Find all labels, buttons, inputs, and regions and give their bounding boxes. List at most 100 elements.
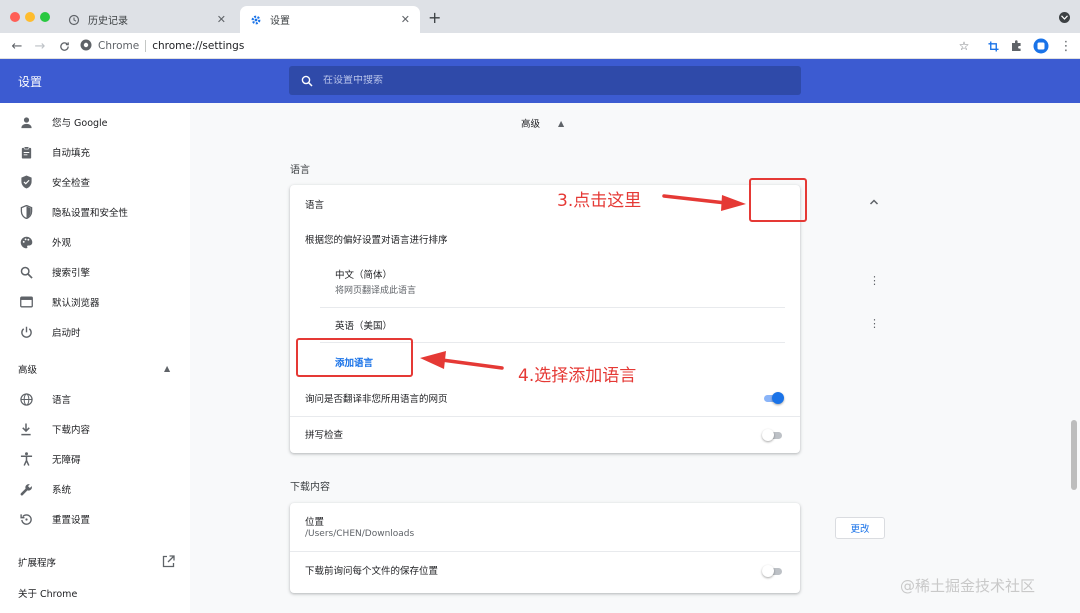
- sidebar-item-label: 搜索引擎: [52, 268, 91, 279]
- close-icon[interactable]: ✕: [217, 13, 226, 26]
- close-window-button[interactable]: [10, 12, 20, 22]
- more-vert-icon[interactable]: ⋮: [869, 275, 880, 286]
- omnibox-separator: [145, 40, 147, 52]
- page-title: 设置: [18, 75, 43, 89]
- sidebar-item-safety-check[interactable]: 安全检查: [0, 170, 190, 194]
- profile-avatar-icon[interactable]: [1033, 38, 1049, 54]
- ask-where-label: 下载前询问每个文件的保存位置: [305, 566, 439, 577]
- sidebar-item-label: 下载内容: [52, 425, 91, 436]
- downloads-card: 位置 /Users/CHEN/Downloads 更改 下载前询问每个文件的保存…: [290, 503, 885, 593]
- settings-search[interactable]: [289, 66, 801, 95]
- spell-check-label: 拼写检查: [305, 430, 344, 441]
- divider: [290, 551, 800, 552]
- sidebar-item-label: 安全检查: [52, 178, 91, 189]
- divider: [290, 416, 800, 417]
- sidebar-item-default-browser[interactable]: 默认浏览器: [0, 290, 190, 314]
- tab-history[interactable]: 历史记录 ✕: [58, 6, 236, 33]
- sidebar-item-label: 您与 Google: [52, 118, 108, 129]
- sidebar-item-appearance[interactable]: 外观: [0, 230, 190, 254]
- chrome-logo-icon: [80, 39, 92, 54]
- location-label: 位置: [305, 517, 325, 528]
- sidebar-item-languages[interactable]: 语言: [0, 387, 190, 411]
- browser-icon: [19, 295, 33, 309]
- puzzle-extensions-icon[interactable]: [1009, 38, 1025, 54]
- new-tab-button[interactable]: +: [428, 8, 441, 27]
- sidebar-item-reset[interactable]: 重置设置: [0, 507, 190, 531]
- sidebar-item-downloads[interactable]: 下载内容: [0, 417, 190, 441]
- crop-extension-icon[interactable]: [985, 38, 1001, 54]
- chevron-up-icon[interactable]: ▲: [164, 364, 170, 373]
- reload-icon[interactable]: [55, 37, 73, 55]
- omnibox-chrome-label: Chrome: [98, 40, 140, 52]
- forward-arrow-icon[interactable]: →: [31, 37, 49, 55]
- chevron-up-icon: ▲: [558, 118, 565, 128]
- power-icon: [19, 325, 33, 339]
- shield-check-icon: [19, 175, 33, 189]
- sidebar-item-about-chrome[interactable]: 关于 Chrome: [18, 586, 77, 600]
- tab-title: 历史记录: [88, 16, 128, 27]
- ask-where-toggle[interactable]: [762, 565, 784, 577]
- translate-offer-toggle[interactable]: [762, 392, 784, 404]
- annotation-arrow-step4: [420, 351, 504, 370]
- annotation-step3: 3.点击这里: [557, 191, 642, 211]
- tab-search-icon[interactable]: [1059, 12, 1070, 23]
- page-scrollbar[interactable]: [1071, 420, 1077, 490]
- sidebar-item-label: 重置设置: [52, 515, 91, 526]
- sidebar-item-on-startup[interactable]: 启动时: [0, 320, 190, 344]
- star-icon[interactable]: ☆: [956, 38, 972, 54]
- spell-check-row[interactable]: 拼写检查: [290, 419, 800, 449]
- address-bar[interactable]: Chrome chrome://settings: [80, 37, 950, 55]
- clipboard-icon: [19, 145, 33, 159]
- language-item-name: 英语（美国）: [335, 321, 393, 332]
- history-icon: [68, 14, 80, 26]
- search-icon: [301, 75, 313, 87]
- sidebar-item-label: 无障碍: [52, 455, 81, 466]
- sidebar-item-you-and-google[interactable]: 您与 Google: [0, 110, 190, 134]
- sidebar-item-autofill[interactable]: 自动填充: [0, 140, 190, 164]
- language-item-subtitle: 将网页翻译成此语言: [335, 286, 417, 296]
- location-path: /Users/CHEN/Downloads: [305, 529, 415, 539]
- annotation-arrow-step3: [662, 194, 746, 211]
- sidebar-item-label: 隐私设置和安全性: [52, 208, 129, 219]
- translate-offer-label: 询问是否翻译非您所用语言的网页: [305, 394, 448, 405]
- download-icon: [19, 422, 33, 436]
- tab-strip: 历史记录 ✕ 设置 ✕ +: [0, 0, 1080, 33]
- ask-where-row[interactable]: 下载前询问每个文件的保存位置: [290, 555, 800, 585]
- globe-icon: [19, 392, 33, 406]
- watermark-text: @稀土掘金技术社区: [900, 577, 1036, 595]
- advanced-toggle-label: 高级: [521, 119, 541, 130]
- sidebar-item-accessibility[interactable]: 无障碍: [0, 447, 190, 471]
- language-order-description: 根据您的偏好设置对语言进行排序: [290, 229, 800, 249]
- sidebar-item-extensions[interactable]: 扩展程序: [18, 555, 56, 569]
- browser-toolbar: ← → Chrome chrome://settings ☆ ⋮: [0, 33, 1080, 59]
- chevron-up-icon[interactable]: [869, 198, 879, 209]
- accessibility-icon: [19, 452, 33, 466]
- sidebar-item-label: 外观: [52, 238, 72, 249]
- more-menu-icon[interactable]: ⋮: [1058, 38, 1074, 54]
- sidebar-item-label: 自动填充: [52, 148, 91, 159]
- minimize-window-button[interactable]: [25, 12, 35, 22]
- back-arrow-icon[interactable]: ←: [8, 37, 26, 55]
- sidebar-item-privacy[interactable]: 隐私设置和安全性: [0, 200, 190, 224]
- translate-offer-row[interactable]: 询问是否翻译非您所用语言的网页: [290, 383, 800, 413]
- sidebar-item-system[interactable]: 系统: [0, 477, 190, 501]
- advanced-toggle[interactable]: 高级 ▲: [521, 116, 565, 131]
- spell-check-toggle[interactable]: [762, 429, 784, 441]
- omnibox-url[interactable]: chrome://settings: [152, 40, 244, 52]
- maximize-window-button[interactable]: [40, 12, 50, 22]
- privacy-shield-icon: [19, 205, 33, 219]
- close-icon[interactable]: ✕: [401, 13, 410, 26]
- language-item-name: 中文（简体）: [335, 270, 393, 281]
- downloads-section-title: 下载内容: [290, 482, 330, 493]
- language-card: 语言 根据您的偏好设置对语言进行排序 中文（简体） 将网页翻译成此语言 ⋮ 英语…: [290, 185, 880, 453]
- sidebar-item-search-engine[interactable]: 搜索引擎: [0, 260, 190, 284]
- language-section-title: 语言: [290, 165, 310, 176]
- tab-settings[interactable]: 设置 ✕: [240, 6, 420, 33]
- search-input[interactable]: [323, 75, 723, 86]
- more-vert-icon[interactable]: ⋮: [869, 318, 880, 329]
- sidebar-advanced-toggle[interactable]: 高级: [18, 362, 37, 376]
- sidebar-item-label: 语言: [52, 395, 72, 406]
- open-in-new-icon[interactable]: [162, 555, 175, 568]
- annotation-box-step3: [749, 178, 807, 222]
- change-location-button[interactable]: 更改: [835, 517, 885, 539]
